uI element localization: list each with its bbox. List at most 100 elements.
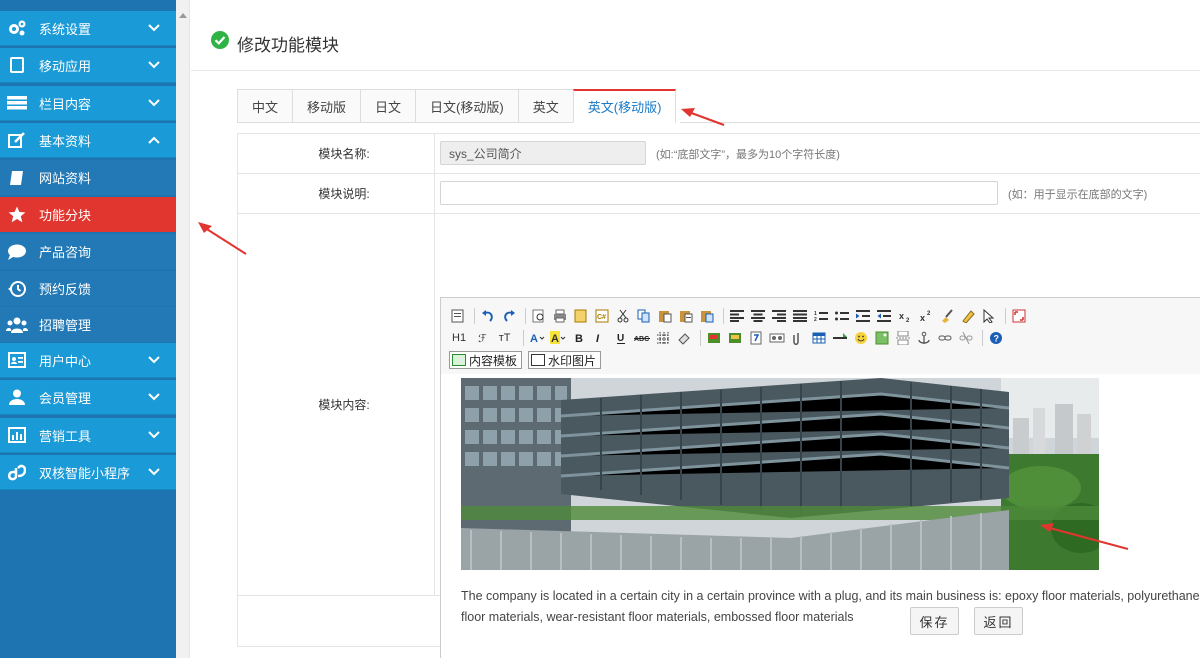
sidebar-item-mobile-apps[interactable]: 移动应用 bbox=[0, 48, 176, 83]
sidebar-scrollbar[interactable] bbox=[176, 0, 190, 658]
clear-format-icon[interactable] bbox=[938, 307, 956, 325]
chevron-down-icon bbox=[148, 22, 160, 34]
strikethrough-icon[interactable]: ABC bbox=[633, 329, 651, 347]
sidebar-item-user-center[interactable]: 用户中心 bbox=[0, 343, 176, 378]
sidebar-item-mini-program[interactable]: 双核智能小程序 bbox=[0, 455, 176, 490]
font-family-dropdown[interactable]: ℱ bbox=[475, 329, 490, 347]
back-button[interactable]: 返回 bbox=[974, 607, 1023, 635]
unlink-icon[interactable] bbox=[957, 329, 975, 347]
font-color-icon[interactable]: A bbox=[528, 329, 546, 347]
page-break-icon[interactable] bbox=[894, 329, 912, 347]
paste-text-icon[interactable] bbox=[677, 307, 695, 325]
form-row-description: 模块说明: (如：用于显示在底部的文字) bbox=[238, 174, 1200, 214]
image-manager-icon[interactable] bbox=[873, 329, 891, 347]
outdent-icon[interactable] bbox=[875, 307, 893, 325]
bold-icon[interactable]: B bbox=[570, 329, 588, 347]
insert-table-icon[interactable] bbox=[810, 329, 828, 347]
server-icon bbox=[6, 94, 28, 112]
chevron-down-icon bbox=[148, 466, 160, 478]
module-description-input[interactable] bbox=[440, 181, 998, 205]
insert-image-icon[interactable] bbox=[705, 329, 723, 347]
tab-english-mobile[interactable]: 英文(移动版) bbox=[572, 89, 677, 123]
tab-chinese[interactable]: 中文 bbox=[237, 89, 293, 123]
multi-image-icon[interactable] bbox=[726, 329, 744, 347]
paste-word-icon[interactable] bbox=[698, 307, 716, 325]
building-photo bbox=[461, 378, 1099, 570]
id-card-icon bbox=[6, 351, 28, 369]
sidebar-item-recruitment[interactable]: 招聘管理 bbox=[0, 307, 176, 342]
paste-icon[interactable] bbox=[656, 307, 674, 325]
link-icon[interactable] bbox=[936, 329, 954, 347]
align-justify-icon[interactable] bbox=[791, 307, 809, 325]
align-center-icon[interactable] bbox=[749, 307, 767, 325]
help-icon[interactable]: ? bbox=[987, 329, 1005, 347]
sidebar-item-system-settings[interactable]: 系统设置 bbox=[0, 11, 176, 46]
sidebar-item-label: 基本资料 bbox=[39, 133, 92, 149]
sidebar-item-function-blocks[interactable]: 功能分块 bbox=[0, 197, 176, 232]
svg-text:2: 2 bbox=[906, 318, 910, 323]
page-title: 修改功能模块 bbox=[237, 36, 339, 55]
sidebar-item-booking-feedback[interactable]: 预约反馈 bbox=[0, 271, 176, 306]
align-left-icon[interactable] bbox=[728, 307, 746, 325]
tabs-divider bbox=[680, 122, 1200, 123]
indent-icon[interactable] bbox=[854, 307, 872, 325]
select-all-icon[interactable] bbox=[980, 307, 998, 325]
eraser-icon[interactable] bbox=[675, 329, 693, 347]
tab-japanese-mobile[interactable]: 日文(移动版) bbox=[415, 89, 518, 123]
sidebar-item-column-content[interactable]: 栏目内容 bbox=[0, 86, 176, 121]
copy-icon[interactable] bbox=[635, 307, 653, 325]
tab-mobile[interactable]: 移动版 bbox=[292, 89, 361, 123]
font-size-dropdown[interactable]: тT bbox=[496, 329, 514, 347]
preview-icon[interactable] bbox=[530, 307, 548, 325]
italic-icon[interactable]: I bbox=[591, 329, 609, 347]
tab-english[interactable]: 英文 bbox=[517, 89, 573, 123]
form-row-content: 模块内容: C# 1 2 x 2 x 2 H1 ℱ тT A A B I U A… bbox=[238, 214, 1200, 658]
editor-content-text: The company is located in a certain city… bbox=[461, 589, 1200, 624]
chevron-down-icon bbox=[148, 97, 160, 109]
anchor-icon[interactable] bbox=[915, 329, 933, 347]
emoticon-icon[interactable] bbox=[852, 329, 870, 347]
editor-content-area[interactable]: The company is located in a certain city… bbox=[441, 374, 1200, 658]
ordered-list-icon[interactable]: 12 bbox=[812, 307, 830, 325]
sidebar-item-member-management[interactable]: 会员管理 bbox=[0, 380, 176, 415]
save-button[interactable]: 保存 bbox=[910, 607, 959, 635]
align-right-icon[interactable] bbox=[770, 307, 788, 325]
content-template-button[interactable]: 内容模板 bbox=[449, 351, 523, 369]
scroll-up-icon[interactable] bbox=[179, 13, 187, 18]
flash-icon[interactable] bbox=[747, 329, 765, 347]
sidebar-item-label: 功能分块 bbox=[39, 208, 92, 223]
print-icon[interactable] bbox=[551, 307, 569, 325]
subscript-icon[interactable]: x2 bbox=[896, 307, 914, 325]
heading-dropdown[interactable]: H1 bbox=[449, 329, 469, 347]
cut-icon[interactable] bbox=[614, 307, 632, 325]
table-grid-icon[interactable] bbox=[654, 329, 672, 347]
watermark-image-button[interactable]: 水印图片 bbox=[528, 351, 602, 369]
sidebar-item-site-info[interactable]: 网站资料 bbox=[0, 160, 176, 195]
tab-japanese[interactable]: 日文 bbox=[360, 89, 416, 123]
undo-icon[interactable] bbox=[479, 307, 497, 325]
horizontal-rule-icon[interactable] bbox=[831, 329, 849, 347]
sidebar-item-product-inquiry[interactable]: 产品咨询 bbox=[0, 234, 176, 269]
underline-icon[interactable]: U bbox=[612, 329, 630, 347]
rich-text-editor[interactable]: C# 12 x2 x2 H1 ℱ тT A A B I U ABC ? 内容模板… bbox=[440, 297, 1200, 658]
code-icon[interactable]: C# bbox=[593, 307, 611, 325]
sidebar-item-marketing-tools[interactable]: 营销工具 bbox=[0, 418, 176, 453]
media-icon[interactable] bbox=[768, 329, 786, 347]
template-icon[interactable] bbox=[572, 307, 590, 325]
unordered-list-icon[interactable] bbox=[833, 307, 851, 325]
annotation-arrow-tab bbox=[681, 108, 725, 126]
chevron-down-icon bbox=[148, 59, 160, 71]
svg-text:C#: C# bbox=[597, 314, 606, 321]
redo-icon[interactable] bbox=[500, 307, 518, 325]
attachment-icon[interactable] bbox=[789, 329, 807, 347]
source-icon[interactable] bbox=[449, 307, 467, 325]
toolbar-row-3: 内容模板 水印图片 bbox=[449, 350, 1200, 370]
highlight-color-icon[interactable]: A bbox=[549, 329, 567, 347]
module-form: 模块名称: (如:“底部文字”，最多为10个字符长度) 模块说明: (如：用于显… bbox=[237, 133, 1200, 658]
superscript-icon[interactable]: x2 bbox=[917, 307, 935, 325]
quick-format-icon[interactable] bbox=[959, 307, 977, 325]
module-name-input[interactable] bbox=[440, 141, 646, 165]
sidebar-item-basic-info[interactable]: 基本资料 bbox=[0, 123, 176, 158]
gears-icon bbox=[6, 19, 28, 37]
fullscreen-icon[interactable] bbox=[1010, 307, 1028, 325]
